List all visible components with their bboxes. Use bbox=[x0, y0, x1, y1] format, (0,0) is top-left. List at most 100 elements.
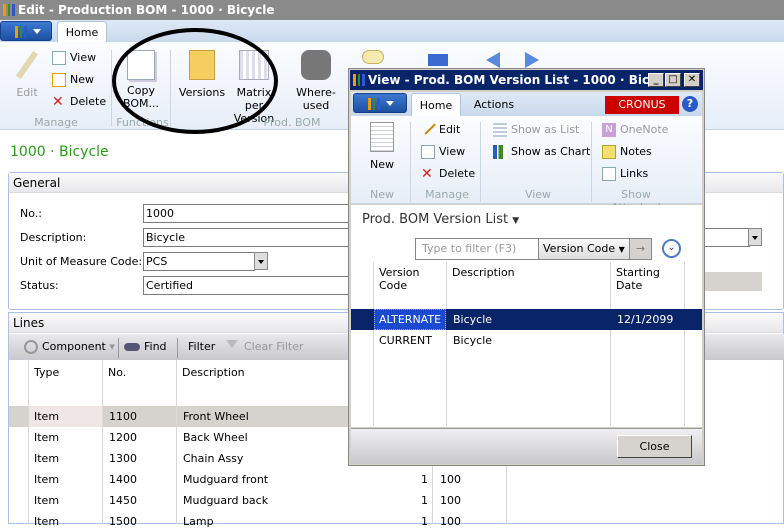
links-button[interactable]: Links bbox=[602, 163, 648, 185]
list-title[interactable]: Prod. BOM Version List ▼ bbox=[362, 212, 519, 227]
cell-value: 100 bbox=[440, 494, 461, 507]
component-menu-button[interactable]: Component ▾ bbox=[24, 336, 115, 358]
column-header-type[interactable]: Type bbox=[34, 362, 59, 383]
minimize-button[interactable]: _ bbox=[648, 73, 664, 87]
column-header-starting-date[interactable]: Starting Date bbox=[616, 266, 676, 292]
filter-button[interactable]: Filter bbox=[170, 336, 215, 358]
dialog-title: View - Prod. BOM Version List - 1000 · B… bbox=[368, 73, 677, 87]
new-icon bbox=[52, 73, 66, 87]
dialog-delete-button[interactable]: ✕ Delete bbox=[421, 163, 475, 185]
cell-no: 1100 bbox=[109, 410, 137, 423]
group-manage: Manage bbox=[34, 116, 78, 129]
apply-filter-arrow-icon[interactable]: → bbox=[629, 238, 652, 260]
column-header-no[interactable]: No. bbox=[108, 362, 126, 383]
divider bbox=[591, 122, 592, 202]
close-window-button[interactable]: ✕ bbox=[684, 73, 700, 87]
view-button[interactable]: View bbox=[52, 47, 96, 69]
help-icon[interactable]: ? bbox=[682, 96, 698, 112]
dialog-edit-button[interactable]: Edit bbox=[420, 119, 460, 141]
field-label-no: No.: bbox=[20, 207, 42, 220]
cell-type: Item bbox=[34, 410, 60, 423]
expand-filter-icon[interactable]: ⌄ bbox=[662, 239, 681, 258]
cell-version-code: CURRENT bbox=[379, 334, 432, 347]
divider bbox=[373, 262, 374, 426]
column-header-version-code[interactable]: Version Code bbox=[379, 266, 439, 292]
chevron-down-icon: ▼ bbox=[618, 245, 625, 254]
delete-button[interactable]: ✕ Delete bbox=[52, 91, 106, 113]
onenote-button[interactable]: N OneNote bbox=[602, 119, 668, 141]
dialog-view-button[interactable]: View bbox=[421, 141, 465, 163]
pencil-icon bbox=[420, 119, 436, 135]
show-as-list-button[interactable]: Show as List bbox=[493, 119, 579, 141]
cell-type: Item bbox=[34, 515, 60, 528]
cell-description: Back Wheel bbox=[183, 431, 248, 444]
divider bbox=[506, 466, 507, 524]
field-label-uom: Unit of Measure Code: bbox=[20, 255, 143, 268]
cell-no: 1200 bbox=[109, 431, 137, 444]
window-title-bar: Edit - Production BOM - 1000 · Bicycle bbox=[0, 0, 784, 20]
right-readonly-field bbox=[704, 272, 762, 291]
column-header-description[interactable]: Description bbox=[182, 362, 245, 383]
chevron-down-icon bbox=[386, 101, 394, 110]
cell-quantity: 1 bbox=[421, 515, 428, 528]
delete-icon: ✕ bbox=[52, 94, 64, 110]
cell-no: 1450 bbox=[109, 494, 137, 507]
clear-filter-button[interactable]: Clear Filter bbox=[226, 336, 304, 358]
status-field[interactable]: Certified bbox=[143, 276, 363, 295]
no-field[interactable]: 1000 bbox=[143, 204, 363, 223]
uom-dropdown-button[interactable] bbox=[254, 252, 268, 270]
filter-field-dropdown[interactable]: Version Code ▼ bbox=[538, 238, 630, 260]
dialog-application-menu-button[interactable] bbox=[353, 93, 407, 113]
find-button[interactable]: Find bbox=[124, 336, 167, 358]
dialog-tab-home[interactable]: Home bbox=[411, 93, 461, 117]
tab-home[interactable]: Home bbox=[57, 21, 107, 43]
app-logo-icon bbox=[368, 98, 380, 110]
cell-version-code: ALTERNATE bbox=[379, 313, 442, 326]
where-used-button[interactable]: Where-used bbox=[284, 50, 348, 112]
chevron-down-icon: ▼ bbox=[512, 216, 520, 226]
divider bbox=[610, 262, 611, 426]
new-button[interactable]: New bbox=[52, 69, 94, 91]
next-icon bbox=[525, 52, 547, 68]
filter-input[interactable]: Type to filter (F3) bbox=[415, 238, 539, 260]
show-as-chart-button[interactable]: Show as Chart bbox=[493, 141, 590, 163]
chart-icon bbox=[493, 145, 507, 159]
cell-no: 1300 bbox=[109, 452, 137, 465]
page-title: 1000 · Bicycle bbox=[10, 144, 109, 160]
company-badge[interactable]: CRONUS US... bbox=[605, 96, 679, 129]
divider bbox=[480, 122, 481, 202]
onenote-icon: N bbox=[602, 123, 616, 137]
clear-filter-icon bbox=[226, 340, 238, 354]
application-menu-button[interactable] bbox=[0, 21, 52, 41]
pencil-icon bbox=[15, 50, 39, 80]
chevron-down-icon bbox=[33, 29, 41, 38]
dialog-tab-actions[interactable]: Actions bbox=[466, 93, 522, 117]
delete-icon: ✕ bbox=[421, 166, 433, 182]
cell-description: Bicycle bbox=[453, 334, 493, 347]
dialog-group-manage: Manage bbox=[425, 188, 469, 201]
maximize-button[interactable]: □ bbox=[665, 73, 681, 87]
divider bbox=[446, 262, 447, 426]
close-button[interactable]: Close bbox=[617, 435, 692, 458]
view-icon bbox=[421, 145, 435, 159]
right-dropdown-button[interactable] bbox=[748, 228, 762, 246]
uom-field[interactable]: PCS bbox=[143, 252, 255, 271]
dialog-group-new: New bbox=[370, 188, 394, 201]
column-header-description[interactable]: Description bbox=[452, 266, 515, 279]
field-label-status: Status: bbox=[20, 279, 59, 292]
cell-type: Item bbox=[34, 494, 60, 507]
notes-button[interactable]: Notes bbox=[602, 141, 652, 163]
description-field[interactable]: Bicycle bbox=[143, 228, 363, 247]
right-field[interactable] bbox=[704, 228, 750, 247]
divider bbox=[28, 360, 29, 524]
dialog-new-button[interactable]: New bbox=[360, 122, 404, 171]
view-icon bbox=[52, 51, 66, 65]
window-title: Edit - Production BOM - 1000 · Bicycle bbox=[18, 3, 275, 17]
comments-icon bbox=[362, 50, 384, 64]
cell-type: Item bbox=[34, 473, 60, 486]
group-prod-bom: Prod. BOM bbox=[263, 116, 321, 129]
cell-no: 1500 bbox=[109, 515, 137, 528]
new-document-icon bbox=[370, 122, 394, 152]
divider bbox=[176, 360, 177, 524]
edit-button[interactable]: Edit bbox=[8, 50, 46, 99]
